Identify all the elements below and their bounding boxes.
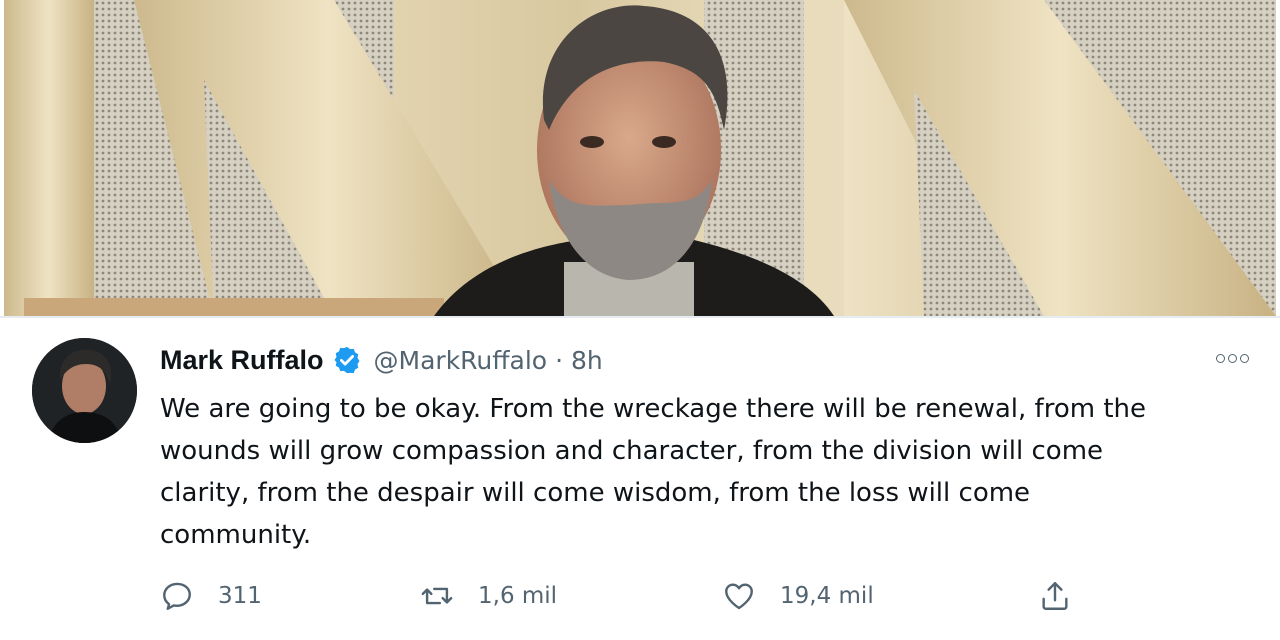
more-options-icon[interactable] (1216, 348, 1256, 368)
tweet[interactable]: Mark Ruffalo @MarkRuffalo · 8h We are go… (0, 318, 1280, 640)
header-photo[interactable] (4, 0, 1276, 316)
tweet-header: Mark Ruffalo @MarkRuffalo · 8h (160, 340, 603, 380)
retweet-icon (421, 587, 453, 605)
reply-icon (163, 582, 191, 610)
tweet-text: We are going to be okay. From the wrecka… (160, 394, 1146, 550)
retweet-button[interactable]: 1,6 mil (420, 576, 557, 616)
avatar-image (32, 338, 137, 443)
reply-button[interactable]: 311 (160, 576, 262, 616)
share-button[interactable] (1038, 576, 1072, 616)
display-name[interactable]: Mark Ruffalo (160, 345, 324, 376)
header-photo-illustration (4, 0, 1276, 316)
heart-icon (725, 583, 753, 610)
avatar[interactable] (32, 338, 137, 443)
reply-count: 311 (218, 583, 262, 609)
tweet-timestamp[interactable]: 8h (571, 346, 603, 375)
handle[interactable]: @MarkRuffalo (374, 346, 548, 375)
verified-badge-icon (334, 346, 360, 374)
separator-dot: · (555, 345, 564, 375)
retweet-count: 1,6 mil (478, 583, 558, 609)
tweet-actions: 311 1,6 mil 19,4 mil (0, 576, 1280, 616)
like-count: 19,4 mil (780, 583, 874, 609)
share-icon (1042, 582, 1068, 610)
like-button[interactable]: 19,4 mil (722, 576, 874, 616)
